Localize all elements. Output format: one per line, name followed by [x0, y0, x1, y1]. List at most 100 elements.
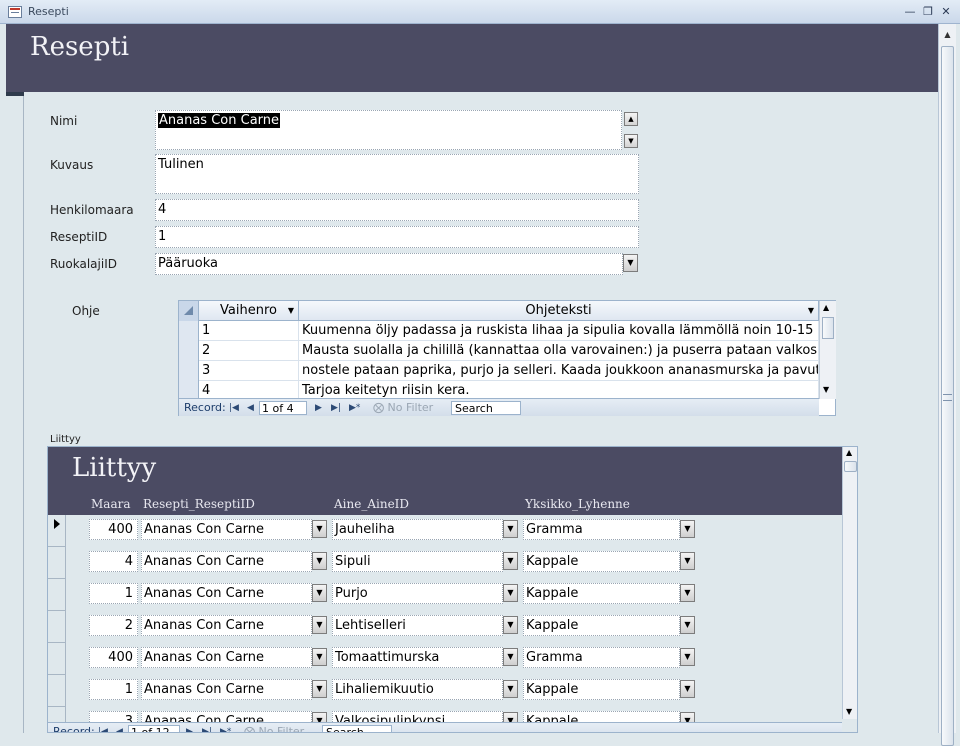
- current-record-indicator-icon[interactable]: [48, 515, 66, 547]
- nimi-scroll-up-icon[interactable]: ▲: [624, 112, 638, 126]
- kuvaus-field[interactable]: Tulinen: [155, 154, 639, 194]
- row-selector[interactable]: [48, 611, 66, 643]
- yksikko-dropdown-icon[interactable]: ▼: [680, 552, 695, 570]
- nimi-scroll-down-icon[interactable]: ▼: [624, 134, 638, 148]
- maara-field[interactable]: 2: [89, 615, 138, 636]
- resepti-dropdown-icon[interactable]: ▼: [312, 616, 327, 634]
- reseptiid-field[interactable]: 1: [155, 226, 639, 248]
- resepti-combobox[interactable]: Ananas Con Carne: [141, 583, 312, 604]
- scroll-down-arrow-icon[interactable]: ▼: [846, 707, 852, 716]
- yksikko-dropdown-icon[interactable]: ▼: [680, 520, 695, 538]
- maara-field[interactable]: 1: [89, 679, 138, 700]
- minimize-button[interactable]: —: [902, 4, 918, 20]
- resepti-dropdown-icon[interactable]: ▼: [312, 520, 327, 538]
- scroll-up-arrow-icon[interactable]: ▲: [941, 28, 954, 41]
- aine-combobox[interactable]: Lihaliemikuutio: [332, 679, 503, 700]
- cell-vaihenro[interactable]: 3: [199, 361, 299, 381]
- column-header-ohjeteksti[interactable]: Ohjeteksti ▼: [299, 301, 819, 321]
- search-input[interactable]: Search: [322, 725, 392, 732]
- select-all-icon[interactable]: [179, 301, 199, 321]
- row-selector[interactable]: [48, 643, 66, 675]
- cell-ohjeteksti[interactable]: Tarjoa keitetyn riisin kera.: [299, 381, 819, 398]
- close-button[interactable]: ✕: [938, 4, 954, 20]
- aine-dropdown-icon[interactable]: ▼: [503, 680, 518, 698]
- henkilomaara-field[interactable]: 4: [155, 199, 639, 221]
- aine-dropdown-icon[interactable]: ▼: [503, 552, 518, 570]
- table-row[interactable]: 1 Kuumenna öljy padassa ja ruskista liha…: [179, 321, 819, 341]
- ruokalajiid-combobox[interactable]: Pääruoka: [155, 253, 623, 275]
- yksikko-combobox[interactable]: Kappale: [523, 679, 680, 700]
- yksikko-dropdown-icon[interactable]: ▼: [680, 648, 695, 666]
- resepti-dropdown-icon[interactable]: ▼: [312, 680, 327, 698]
- aine-dropdown-icon[interactable]: ▼: [503, 648, 518, 666]
- scroll-up-arrow-icon[interactable]: ▲: [846, 448, 852, 457]
- aine-combobox[interactable]: Sipuli: [332, 551, 503, 572]
- resepti-combobox[interactable]: Ananas Con Carne: [141, 679, 312, 700]
- column-header-vaihenro[interactable]: Vaihenro ▼: [199, 301, 299, 321]
- row-selector[interactable]: [179, 321, 199, 341]
- liittyy-subform[interactable]: Liittyy Maara Resepti_ReseptiID Aine_Ain…: [47, 446, 858, 733]
- resepti-combobox[interactable]: Ananas Con Carne: [141, 519, 312, 540]
- row-selector[interactable]: [48, 579, 66, 611]
- aine-dropdown-icon[interactable]: ▼: [503, 584, 518, 602]
- cell-vaihenro[interactable]: 2: [199, 341, 299, 361]
- scrollbar-thumb[interactable]: [844, 461, 857, 472]
- search-input[interactable]: Search: [451, 401, 521, 415]
- table-row[interactable]: 3 nostele pataan paprika, purjo ja selle…: [179, 361, 819, 381]
- record-selector-bar[interactable]: [6, 92, 24, 733]
- row-selector[interactable]: [179, 341, 199, 361]
- yksikko-combobox[interactable]: Gramma: [523, 519, 680, 540]
- cell-ohjeteksti[interactable]: nostele pataan paprika, purjo ja selleri…: [299, 361, 819, 381]
- new-record-icon[interactable]: ▶*: [220, 725, 231, 732]
- aine-combobox[interactable]: Jauheliha: [332, 519, 503, 540]
- previous-record-icon[interactable]: ◀: [116, 725, 123, 732]
- table-row[interactable]: 2 Mausta suolalla ja chilillä (kannattaa…: [179, 341, 819, 361]
- no-filter-button[interactable]: ⨂ No Filter: [373, 401, 433, 415]
- aine-dropdown-icon[interactable]: ▼: [503, 616, 518, 634]
- row-selector[interactable]: [48, 675, 66, 707]
- scrollbar-thumb[interactable]: [822, 317, 834, 339]
- yksikko-dropdown-icon[interactable]: ▼: [680, 680, 695, 698]
- maara-field[interactable]: 1: [89, 583, 138, 604]
- yksikko-dropdown-icon[interactable]: ▼: [680, 584, 695, 602]
- aine-combobox[interactable]: Purjo: [332, 583, 503, 604]
- cell-vaihenro[interactable]: 4: [199, 381, 299, 398]
- record-position-input[interactable]: 1 of 4: [259, 401, 307, 415]
- row-selector[interactable]: [179, 381, 199, 398]
- resepti-combobox[interactable]: Ananas Con Carne: [141, 647, 312, 668]
- ruokalajiid-dropdown-icon[interactable]: ▼: [623, 254, 638, 272]
- aine-combobox[interactable]: Tomaattimurska: [332, 647, 503, 668]
- resepti-dropdown-icon[interactable]: ▼: [312, 552, 327, 570]
- previous-record-icon[interactable]: ◀: [247, 401, 254, 415]
- restore-button[interactable]: ❐: [920, 4, 936, 20]
- liittyy-vertical-scrollbar[interactable]: ▲ ▼: [842, 447, 857, 719]
- nimi-field[interactable]: Ananas Con Carne: [155, 110, 622, 150]
- last-record-icon[interactable]: ▶|: [331, 401, 341, 415]
- first-record-icon[interactable]: |◀: [229, 401, 239, 415]
- row-selector[interactable]: [48, 547, 66, 579]
- next-record-icon[interactable]: ▶: [186, 725, 193, 732]
- yksikko-combobox[interactable]: Kappale: [523, 583, 680, 604]
- next-record-icon[interactable]: ▶: [315, 401, 322, 415]
- ohje-subform[interactable]: Vaihenro ▼ Ohjeteksti ▼ 1 Kuumenna öljy pa…: [178, 300, 836, 416]
- maara-field[interactable]: 400: [89, 519, 138, 540]
- aine-dropdown-icon[interactable]: ▼: [503, 520, 518, 538]
- last-record-icon[interactable]: ▶|: [202, 725, 212, 732]
- record-position-input[interactable]: 1 of 12: [128, 725, 180, 732]
- resepti-combobox[interactable]: Ananas Con Carne: [141, 551, 312, 572]
- form-vertical-scrollbar[interactable]: ▲: [938, 24, 956, 746]
- no-filter-button[interactable]: ⨂ No Filter: [244, 725, 304, 732]
- first-record-icon[interactable]: |◀: [98, 725, 108, 732]
- new-record-icon[interactable]: ▶*: [349, 401, 360, 415]
- yksikko-combobox[interactable]: Kappale: [523, 615, 680, 636]
- table-row[interactable]: 4 Tarjoa keitetyn riisin kera.: [179, 381, 819, 399]
- cell-ohjeteksti[interactable]: Mausta suolalla ja chilillä (kannattaa o…: [299, 341, 819, 361]
- yksikko-dropdown-icon[interactable]: ▼: [680, 616, 695, 634]
- scroll-up-arrow-icon[interactable]: ▲: [823, 303, 829, 312]
- row-selector[interactable]: [179, 361, 199, 381]
- ohje-vertical-scrollbar[interactable]: ▲ ▼: [819, 301, 836, 399]
- resepti-dropdown-icon[interactable]: ▼: [312, 648, 327, 666]
- scroll-down-arrow-icon[interactable]: ▼: [823, 385, 829, 394]
- cell-ohjeteksti[interactable]: Kuumenna öljy padassa ja ruskista lihaa …: [299, 321, 819, 341]
- yksikko-combobox[interactable]: Gramma: [523, 647, 680, 668]
